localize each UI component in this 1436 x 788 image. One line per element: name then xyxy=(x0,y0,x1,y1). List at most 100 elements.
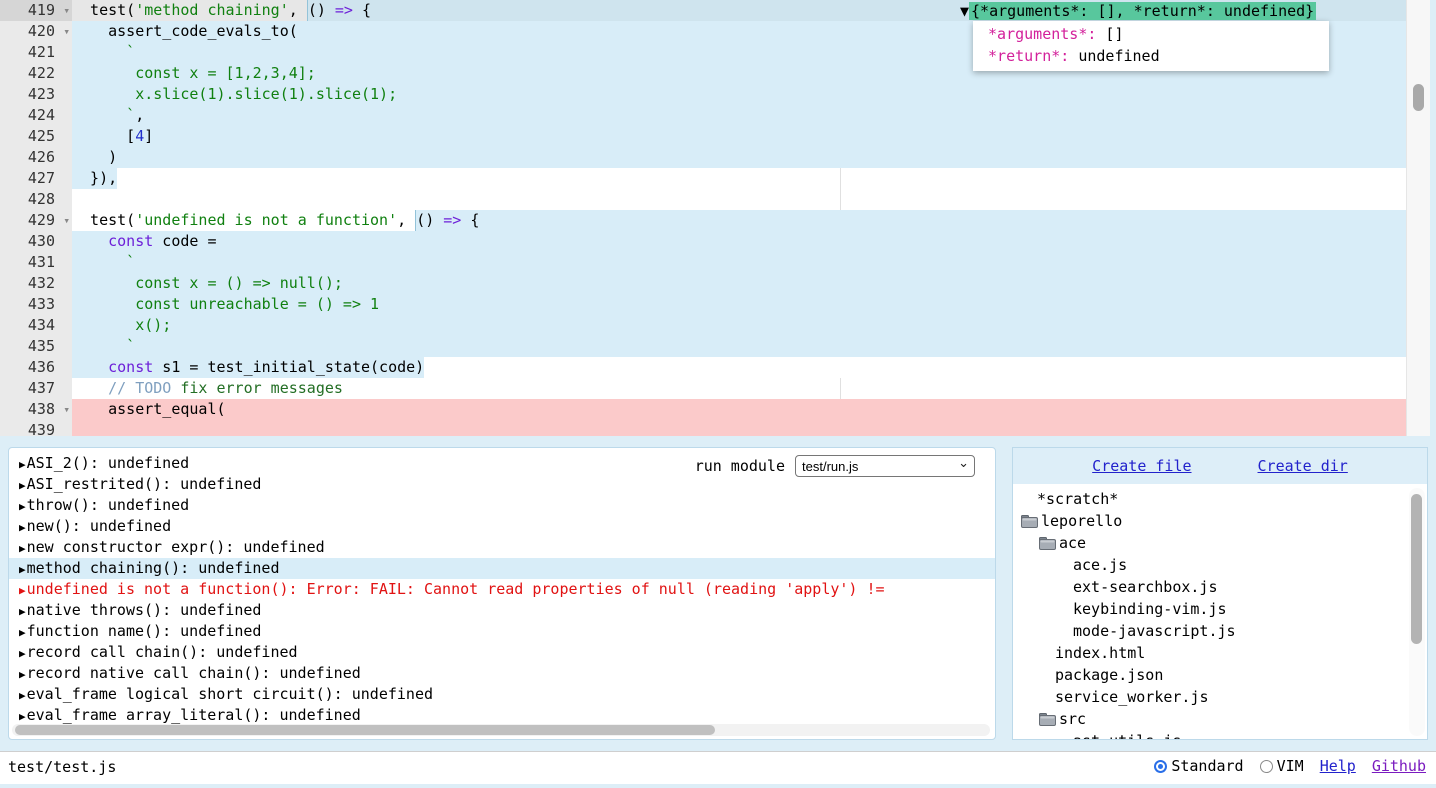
tree-file-row[interactable]: service_worker.js xyxy=(1013,686,1427,708)
gutter-line-424[interactable]: 424 xyxy=(0,105,72,126)
tree-vertical-scrollbar[interactable] xyxy=(1409,488,1425,736)
test-result-row[interactable]: ▶eval_frame logical short circuit(): und… xyxy=(9,684,995,705)
code-line-433[interactable]: const unreachable = () => 1 xyxy=(72,294,1406,315)
tree-file-row[interactable]: ext-searchbox.js xyxy=(1013,576,1427,598)
gutter-line-439[interactable]: 439 xyxy=(0,420,72,436)
code-line-434[interactable]: x(); xyxy=(72,315,1406,336)
gutter-line-437[interactable]: 437 xyxy=(0,378,72,399)
code-line-428[interactable] xyxy=(72,189,1406,210)
triangle-right-icon[interactable]: ▶ xyxy=(19,584,26,597)
triangle-right-icon[interactable]: ▶ xyxy=(19,500,26,513)
tooltip-row[interactable]: *arguments*: [] xyxy=(979,23,1329,45)
code-line-424[interactable]: `, xyxy=(72,105,1406,126)
gutter-line-432[interactable]: 432 xyxy=(0,273,72,294)
tree-folder-row[interactable]: src xyxy=(1013,708,1427,730)
test-result-row[interactable]: ▶new(): undefined xyxy=(9,516,995,537)
test-result-row[interactable]: ▶record call chain(): undefined xyxy=(9,642,995,663)
tooltip-row[interactable]: *return*: undefined xyxy=(979,45,1329,67)
tree-file-row[interactable]: mode-javascript.js xyxy=(1013,620,1427,642)
console-scrollbar-thumb[interactable] xyxy=(15,725,715,735)
test-results-panel[interactable]: ▶ASI_2(): undefined▶ASI_restrited(): und… xyxy=(8,447,996,740)
triangle-right-icon[interactable]: ▶ xyxy=(19,626,26,639)
gutter-line-420[interactable]: 420▾ xyxy=(0,21,72,42)
tree-folder-row[interactable]: leporello xyxy=(1013,510,1427,532)
code-line-435[interactable]: ` xyxy=(72,336,1406,357)
test-result-row[interactable]: ▶method chaining(): undefined xyxy=(9,558,995,579)
gutter-line-427[interactable]: 427 xyxy=(0,168,72,189)
gutter-line-433[interactable]: 433 xyxy=(0,294,72,315)
tree-folder-row[interactable]: ace xyxy=(1013,532,1427,554)
help-link[interactable]: Help xyxy=(1320,757,1356,775)
gutter-line-430[interactable]: 430 xyxy=(0,231,72,252)
triangle-right-icon[interactable]: ▶ xyxy=(19,668,26,681)
triangle-right-icon[interactable]: ▶ xyxy=(19,710,26,723)
keybinding-standard-option[interactable]: Standard xyxy=(1154,757,1243,775)
gutter-line-421[interactable]: 421 xyxy=(0,42,72,63)
code-line-429[interactable]: test('undefined is not a function', () =… xyxy=(72,210,1406,231)
gutter-line-423[interactable]: 423 xyxy=(0,84,72,105)
gutter-line-434[interactable]: 434 xyxy=(0,315,72,336)
gutter-line-425[interactable]: 425 xyxy=(0,126,72,147)
tree-scrollbar-thumb[interactable] xyxy=(1411,494,1422,644)
triangle-right-icon[interactable]: ▶ xyxy=(19,458,26,471)
create-dir-link[interactable]: Create dir xyxy=(1258,457,1348,475)
github-link[interactable]: Github xyxy=(1372,757,1426,775)
test-result-row[interactable]: ▶record native call chain(): undefined xyxy=(9,663,995,684)
radio-vim-icon[interactable] xyxy=(1260,760,1273,773)
tooltip-header[interactable]: ▼{*arguments*: [], *return*: undefined} xyxy=(960,1,1329,21)
gutter-line-431[interactable]: 431 xyxy=(0,252,72,273)
triangle-right-icon[interactable]: ▶ xyxy=(19,479,26,492)
code-line-425[interactable]: [4] xyxy=(72,126,1406,147)
gutter-line-426[interactable]: 426 xyxy=(0,147,72,168)
code-line-423[interactable]: x.slice(1).slice(1).slice(1); xyxy=(72,84,1406,105)
code-line-427[interactable]: }), xyxy=(72,168,1406,189)
gutter-line-436[interactable]: 436 xyxy=(0,357,72,378)
radio-standard-icon[interactable] xyxy=(1154,760,1167,773)
gutter-line-422[interactable]: 422 xyxy=(0,63,72,84)
code-line-426[interactable]: ) xyxy=(72,147,1406,168)
editor-scrollbar-thumb[interactable] xyxy=(1413,84,1424,111)
triangle-right-icon[interactable]: ▶ xyxy=(19,563,26,576)
gutter-line-429[interactable]: 429▾ xyxy=(0,210,72,231)
test-result-row[interactable]: ▶undefined is not a function(): Error: F… xyxy=(9,579,995,600)
code-line-430[interactable]: const code = xyxy=(72,231,1406,252)
test-result-row[interactable]: ▶throw(): undefined xyxy=(9,495,995,516)
test-result-row[interactable]: ▶ASI_restrited(): undefined xyxy=(9,474,995,495)
test-result-row[interactable]: ▶new constructor expr(): undefined xyxy=(9,537,995,558)
test-result-row[interactable]: ▶eval_frame array_literal(): undefined xyxy=(9,705,995,726)
keybinding-vim-option[interactable]: VIM xyxy=(1260,757,1304,775)
tree-file-row[interactable]: ace.js xyxy=(1013,554,1427,576)
code-line-436[interactable]: const s1 = test_initial_state(code) xyxy=(72,357,1406,378)
code-line-432[interactable]: const x = () => null(); xyxy=(72,273,1406,294)
triangle-right-icon[interactable]: ▶ xyxy=(19,647,26,660)
run-module-select[interactable]: test/run.js xyxy=(795,455,975,477)
gutter-line-438[interactable]: 438▾ xyxy=(0,399,72,420)
fold-arrow-icon[interactable]: ▾ xyxy=(63,22,70,41)
gutter-line-435[interactable]: 435 xyxy=(0,336,72,357)
tree-file-row[interactable]: *scratch* xyxy=(1013,488,1427,510)
test-result-row[interactable]: ▶function name(): undefined xyxy=(9,621,995,642)
gutter-line-419[interactable]: 419▾ xyxy=(0,0,72,21)
fold-arrow-icon[interactable]: ▾ xyxy=(63,1,70,20)
fold-arrow-icon[interactable]: ▾ xyxy=(63,400,70,419)
test-result-row[interactable]: ▶native throws(): undefined xyxy=(9,600,995,621)
triangle-right-icon[interactable]: ▶ xyxy=(19,542,26,555)
console-horizontal-scrollbar[interactable] xyxy=(12,724,990,736)
editor-vertical-scrollbar[interactable] xyxy=(1406,0,1430,436)
create-file-link[interactable]: Create file xyxy=(1092,457,1191,475)
tree-file-row[interactable]: package.json xyxy=(1013,664,1427,686)
fold-arrow-icon[interactable]: ▾ xyxy=(63,211,70,230)
gutter-line-428[interactable]: 428 xyxy=(0,189,72,210)
tree-file-row[interactable]: keybinding-vim.js xyxy=(1013,598,1427,620)
code-line-438[interactable]: assert_equal( xyxy=(72,399,1406,420)
triangle-right-icon[interactable]: ▶ xyxy=(19,605,26,618)
triangle-right-icon[interactable]: ▶ xyxy=(19,521,26,534)
triangle-down-icon[interactable]: ▼ xyxy=(960,2,969,20)
code-line-431[interactable]: ` xyxy=(72,252,1406,273)
code-line-437[interactable]: // TODO fix error messages xyxy=(72,378,1406,399)
tree-file-row[interactable]: ast_utils.js xyxy=(1013,730,1427,740)
triangle-right-icon[interactable]: ▶ xyxy=(19,689,26,702)
code-line-439[interactable] xyxy=(72,420,1406,436)
tree-file-row[interactable]: index.html xyxy=(1013,642,1427,664)
code-editor[interactable]: 419▾420▾421422423424425426427428429▾4304… xyxy=(0,0,1430,436)
